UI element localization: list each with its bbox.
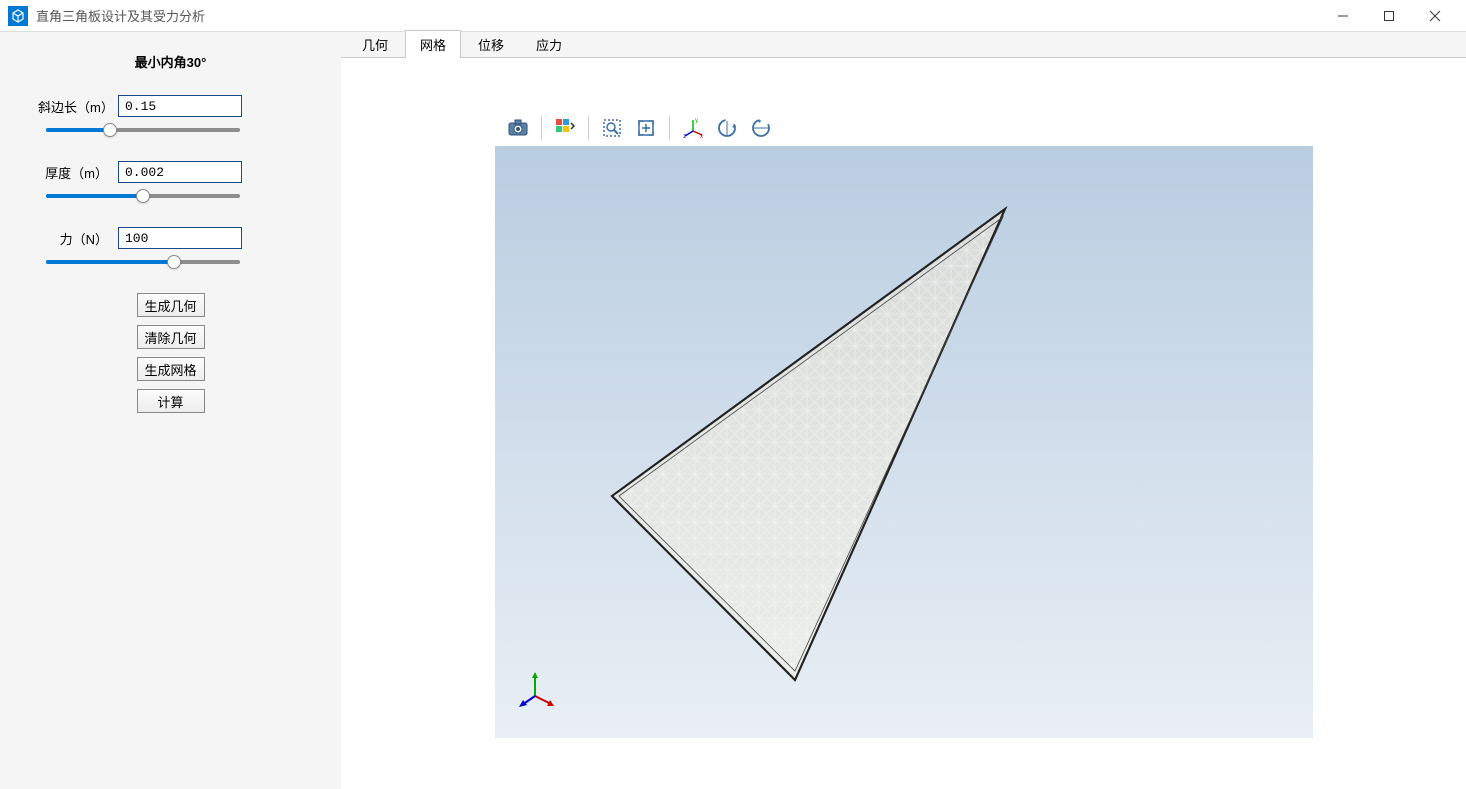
hypotenuse-slider[interactable] xyxy=(46,121,240,139)
close-button[interactable] xyxy=(1412,1,1458,31)
window-controls xyxy=(1320,1,1458,31)
hypotenuse-row: 斜边长（m） xyxy=(38,95,303,117)
thickness-slider-row xyxy=(38,187,303,205)
toolbar-separator xyxy=(541,116,542,140)
viewport-container: y x z xyxy=(341,58,1466,789)
app-icon xyxy=(8,6,28,26)
tab-geometry[interactable]: 几何 xyxy=(347,30,403,58)
rotate-vertical-icon[interactable] xyxy=(746,113,776,143)
maximize-button[interactable] xyxy=(1366,1,1412,31)
hypotenuse-input[interactable] xyxy=(118,95,242,117)
isometric-icon[interactable] xyxy=(550,113,580,143)
viewport-canvas[interactable] xyxy=(495,146,1313,738)
force-slider-row xyxy=(38,253,303,271)
zoom-fit-icon[interactable] xyxy=(631,113,661,143)
content-area: 几何 网格 位移 应力 xyxy=(341,32,1466,789)
sidebar-title: 最小内角30° xyxy=(38,52,303,71)
force-label: 力（N） xyxy=(38,229,118,248)
tab-stress[interactable]: 应力 xyxy=(521,30,577,58)
tab-displacement[interactable]: 位移 xyxy=(463,30,519,58)
thickness-row: 厚度（m） xyxy=(38,161,303,183)
toolbar-separator xyxy=(588,116,589,140)
force-row: 力（N） xyxy=(38,227,303,249)
mesh-triangle xyxy=(495,146,1313,738)
svg-text:x: x xyxy=(700,134,703,139)
axes-icon[interactable]: y x z xyxy=(678,113,708,143)
svg-text:y: y xyxy=(695,118,698,124)
title-bar: 直角三角板设计及其受力分析 xyxy=(0,0,1466,32)
generate-geometry-button[interactable]: 生成几何 xyxy=(137,293,205,317)
thickness-slider[interactable] xyxy=(46,187,240,205)
thickness-input[interactable] xyxy=(118,161,242,183)
sidebar: 最小内角30° 斜边长（m） 厚度（m） 力（N） xyxy=(0,32,341,789)
rotate-horizontal-icon[interactable] xyxy=(712,113,742,143)
force-slider[interactable] xyxy=(46,253,240,271)
viewport: y x z xyxy=(495,110,1313,738)
force-input[interactable] xyxy=(118,227,242,249)
button-stack: 生成几何 清除几何 生成网格 计算 xyxy=(38,293,303,413)
axis-indicator-icon xyxy=(517,670,557,710)
tabs: 几何 网格 位移 应力 xyxy=(341,32,1466,58)
generate-mesh-button[interactable]: 生成网格 xyxy=(137,357,205,381)
app-title: 直角三角板设计及其受力分析 xyxy=(36,6,205,25)
compute-button[interactable]: 计算 xyxy=(137,389,205,413)
title-left: 直角三角板设计及其受力分析 xyxy=(8,6,205,26)
main-content: 最小内角30° 斜边长（m） 厚度（m） 力（N） xyxy=(0,32,1466,789)
clear-geometry-button[interactable]: 清除几何 xyxy=(137,325,205,349)
viewport-toolbar: y x z xyxy=(495,110,1313,146)
camera-icon[interactable] xyxy=(503,113,533,143)
thickness-label: 厚度（m） xyxy=(38,163,118,182)
hypotenuse-slider-row xyxy=(38,121,303,139)
hypotenuse-label: 斜边长（m） xyxy=(38,97,118,116)
zoom-window-icon[interactable] xyxy=(597,113,627,143)
toolbar-separator xyxy=(669,116,670,140)
svg-text:z: z xyxy=(683,134,686,139)
tab-mesh[interactable]: 网格 xyxy=(405,30,461,58)
minimize-button[interactable] xyxy=(1320,1,1366,31)
